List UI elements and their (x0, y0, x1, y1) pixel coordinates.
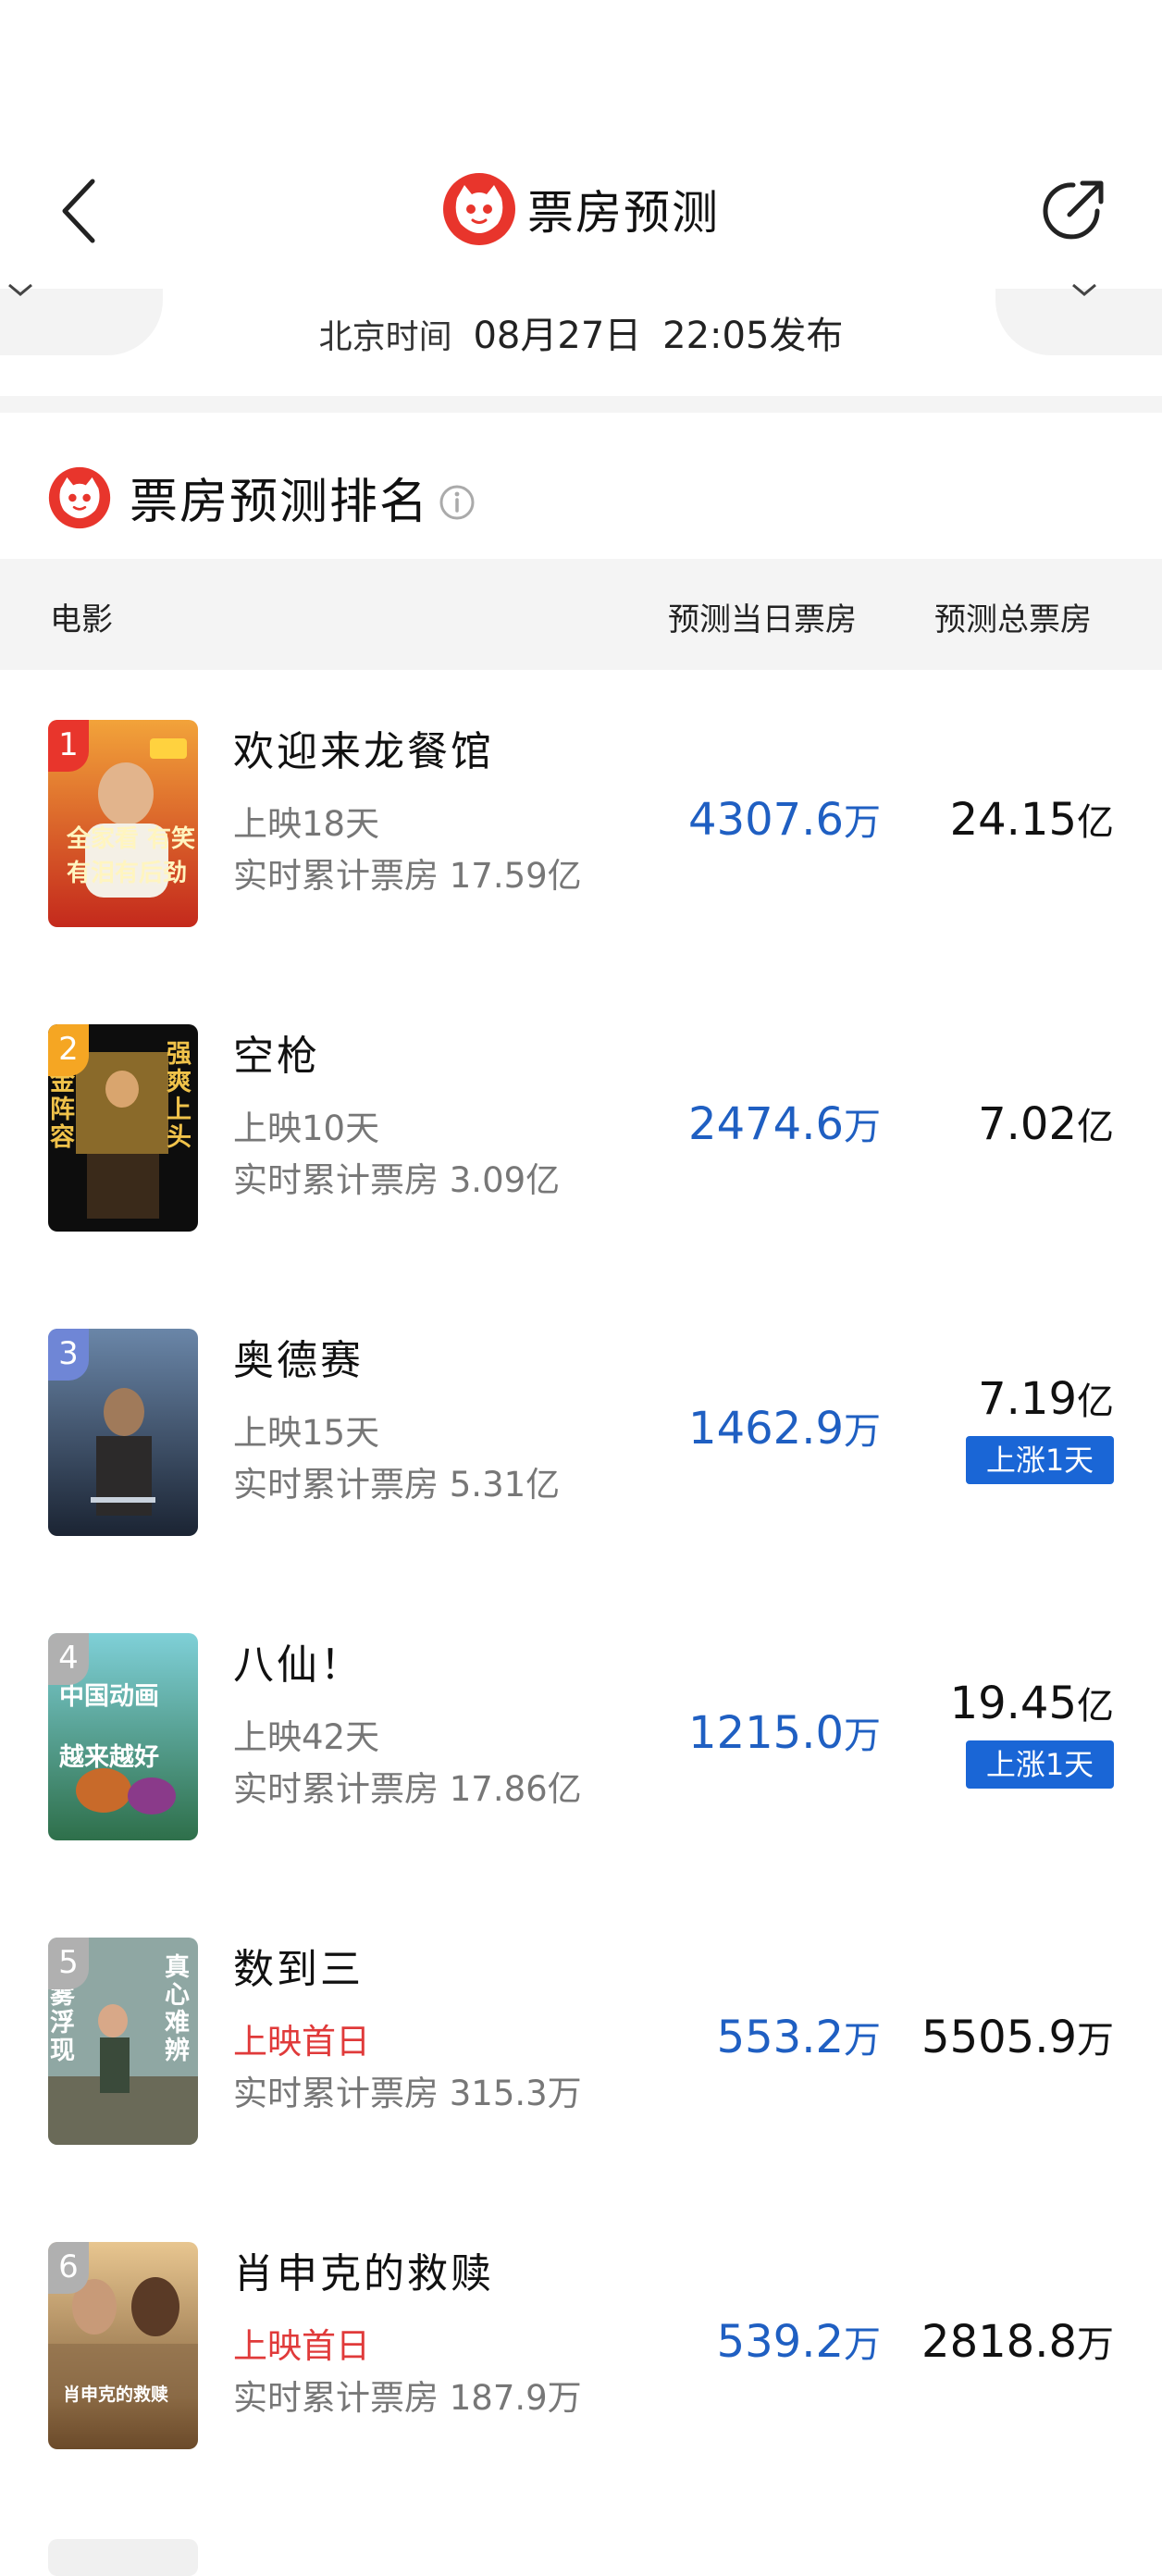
movie-title[interactable]: 欢迎来龙餐馆 (233, 718, 494, 777)
app-header: 票房预测 (0, 0, 1162, 268)
publish-date: 08月27日 (473, 315, 642, 357)
poster-slogan: 强爽上头 (167, 1040, 192, 1152)
rank-badge: 6 (48, 2242, 89, 2294)
cumulative-box-office: 实时累计票房 3.09亿 (233, 1160, 561, 1200)
predicted-total: 19.45亿 (949, 1678, 1114, 1729)
movie-poster[interactable]: 3 (48, 1329, 198, 1536)
section-title-text: 票房预测排名 (130, 475, 430, 530)
predicted-daily: 553.2万 (716, 2012, 881, 2063)
chevron-down-icon (8, 283, 32, 296)
movie-title[interactable]: 奥德赛 (233, 1327, 364, 1386)
rise-tag: 上涨1天 (966, 1740, 1114, 1789)
section-divider (0, 396, 1162, 413)
column-total[interactable]: 预测总票房 (934, 594, 1092, 639)
publish-time-line: 北京时间 08月27日 22:05发布 (0, 305, 1162, 359)
chevron-down-icon (1072, 283, 1096, 296)
rise-tag: 上涨1天 (966, 1436, 1114, 1484)
days-showing: 上映15天 (233, 1413, 380, 1453)
movie-title[interactable]: 八仙！ (233, 1631, 364, 1690)
poster-slogan: 真心难辨 (165, 1953, 190, 2065)
days-showing: 上映首日 (233, 2326, 370, 2366)
next-row-peek (48, 2539, 198, 2576)
rank-badge: 1 (48, 720, 89, 772)
predicted-total: 5505.9万 (921, 2012, 1114, 2063)
page-title: 票房预测 (527, 186, 720, 240)
cat-logo-icon (48, 466, 111, 528)
cumulative-box-office: 实时累计票房 17.86亿 (233, 1769, 582, 1809)
rank-badge: 4 (48, 1633, 89, 1685)
table-row[interactable]: 迷雾浮现 真心难辨 5 数到三 上映首日 实时累计票房 315.3万 553.2… (0, 1891, 1162, 2196)
cumulative-box-office: 实时累计票房 17.59亿 (233, 856, 582, 896)
cat-logo-icon (443, 173, 515, 245)
days-showing: 上映10天 (233, 1108, 380, 1148)
predicted-daily: 1215.0万 (688, 1707, 881, 1759)
column-daily[interactable]: 预测当日票房 (668, 594, 857, 639)
predicted-total: 2818.8万 (921, 2316, 1114, 2368)
movie-title[interactable]: 数到三 (233, 1936, 364, 1995)
predicted-daily: 4307.6万 (688, 794, 881, 846)
page-title-bar: 票房预测 (0, 170, 1162, 248)
share-button[interactable] (1036, 174, 1110, 248)
movie-poster[interactable]: 黄金阵容 强爽上头 2 (48, 1024, 198, 1232)
table-row[interactable]: 中国动画 越来越好 4 八仙！ 上映42天 实时累计票房 17.86亿 1215… (0, 1587, 1162, 1891)
cumulative-box-office: 实时累计票房 187.9万 (233, 2378, 582, 2418)
cumulative-box-office: 实时累计票房 315.3万 (233, 2074, 582, 2113)
predicted-daily: 1462.9万 (688, 1403, 881, 1455)
column-movie: 电影 (50, 601, 113, 638)
movie-title[interactable]: 空枪 (233, 1022, 320, 1082)
poster-slogan: 肖申克的救赎 (63, 2384, 169, 2405)
poster-slogan: 全家看 有笑有泪有后劲 (67, 825, 196, 887)
movie-title[interactable]: 肖申克的救赎 (233, 2240, 494, 2299)
predicted-total: 7.19亿 (978, 1373, 1114, 1425)
rank-badge: 2 (48, 1024, 89, 1076)
predicted-daily: 2474.6万 (688, 1098, 881, 1150)
info-icon[interactable] (439, 484, 476, 521)
table-row[interactable]: 肖申克的救赎 6 肖申克的救赎 上映首日 实时累计票房 187.9万 539.2… (0, 2196, 1162, 2500)
days-showing: 上映42天 (233, 1717, 380, 1757)
publish-label: 北京时间 (318, 318, 452, 356)
days-showing: 上映18天 (233, 804, 380, 844)
poster-slogan: 中国动画 越来越好 (59, 1682, 159, 1772)
cumulative-box-office: 实时累计票房 5.31亿 (233, 1465, 561, 1505)
days-showing: 上映首日 (233, 2022, 370, 2062)
share-icon (1043, 180, 1104, 240)
predicted-total: 7.02亿 (978, 1098, 1114, 1150)
table-row[interactable]: 3 奥德赛 上映15天 实时累计票房 5.31亿 1462.9万 7.19亿 上… (0, 1282, 1162, 1587)
table-row[interactable]: 黄金阵容 强爽上头 2 空枪 上映10天 实时累计票房 3.09亿 2474.6… (0, 978, 1162, 1282)
rank-badge: 5 (48, 1938, 89, 1989)
table-row[interactable]: 全家看 有笑有泪有后劲 1 欢迎来龙餐馆 上映18天 实时累计票房 17.59亿… (0, 674, 1162, 978)
publish-time: 22:05发布 (662, 315, 844, 357)
rank-badge: 3 (48, 1329, 89, 1381)
movie-poster[interactable]: 中国动画 越来越好 4 (48, 1633, 198, 1840)
movie-poster[interactable]: 迷雾浮现 真心难辨 5 (48, 1938, 198, 2145)
predicted-daily: 539.2万 (716, 2316, 881, 2368)
ranking-section-title: 票房预测排名 (48, 463, 476, 532)
movie-poster[interactable]: 全家看 有笑有泪有后劲 1 (48, 720, 198, 927)
table-header: 电影 预测当日票房 预测总票房 (0, 559, 1162, 670)
predicted-total: 24.15亿 (949, 794, 1114, 846)
movie-poster[interactable]: 肖申克的救赎 6 (48, 2242, 198, 2449)
